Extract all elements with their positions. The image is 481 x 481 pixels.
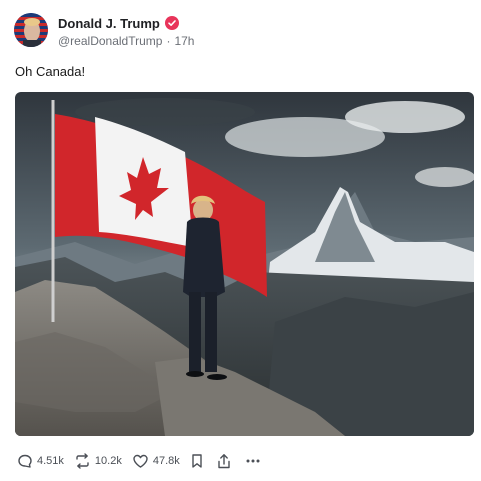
bookmark-button[interactable]	[190, 453, 204, 469]
heart-icon	[133, 454, 148, 468]
post-header: Donald J. Trump @realDonaldTrump · 17h	[14, 13, 464, 49]
share-icon	[218, 453, 230, 468]
author-name-row: Donald J. Trump	[58, 14, 179, 32]
image-scene	[15, 92, 474, 436]
post-image[interactable]	[15, 92, 474, 436]
like-button[interactable]: 47.8k	[132, 453, 180, 469]
reply-icon	[18, 454, 32, 468]
author-handle[interactable]: @realDonaldTrump	[58, 34, 162, 48]
avatar[interactable]	[14, 13, 48, 47]
action-bar: 4.51k 10.2k 47.8k	[17, 451, 272, 471]
post-text: Oh Canada!	[15, 64, 86, 79]
meta-separator: ·	[166, 34, 171, 48]
repost-button[interactable]: 10.2k	[74, 453, 122, 469]
more-icon	[246, 459, 260, 463]
repost-icon	[76, 453, 89, 469]
reply-count: 4.51k	[37, 455, 64, 467]
repost-count: 10.2k	[94, 455, 122, 467]
share-button[interactable]	[216, 453, 232, 470]
author-name[interactable]: Donald J. Trump	[58, 16, 160, 31]
post-time[interactable]: 17h	[174, 34, 194, 48]
bookmark-icon	[192, 454, 202, 468]
author-meta: @realDonaldTrump · 17h	[58, 34, 194, 48]
like-count: 47.8k	[152, 455, 180, 467]
post-card: Donald J. Trump @realDonaldTrump · 17h O…	[0, 0, 481, 481]
reply-button[interactable]: 4.51k	[17, 453, 64, 469]
verified-badge-icon	[164, 16, 179, 30]
more-button[interactable]	[244, 453, 262, 469]
